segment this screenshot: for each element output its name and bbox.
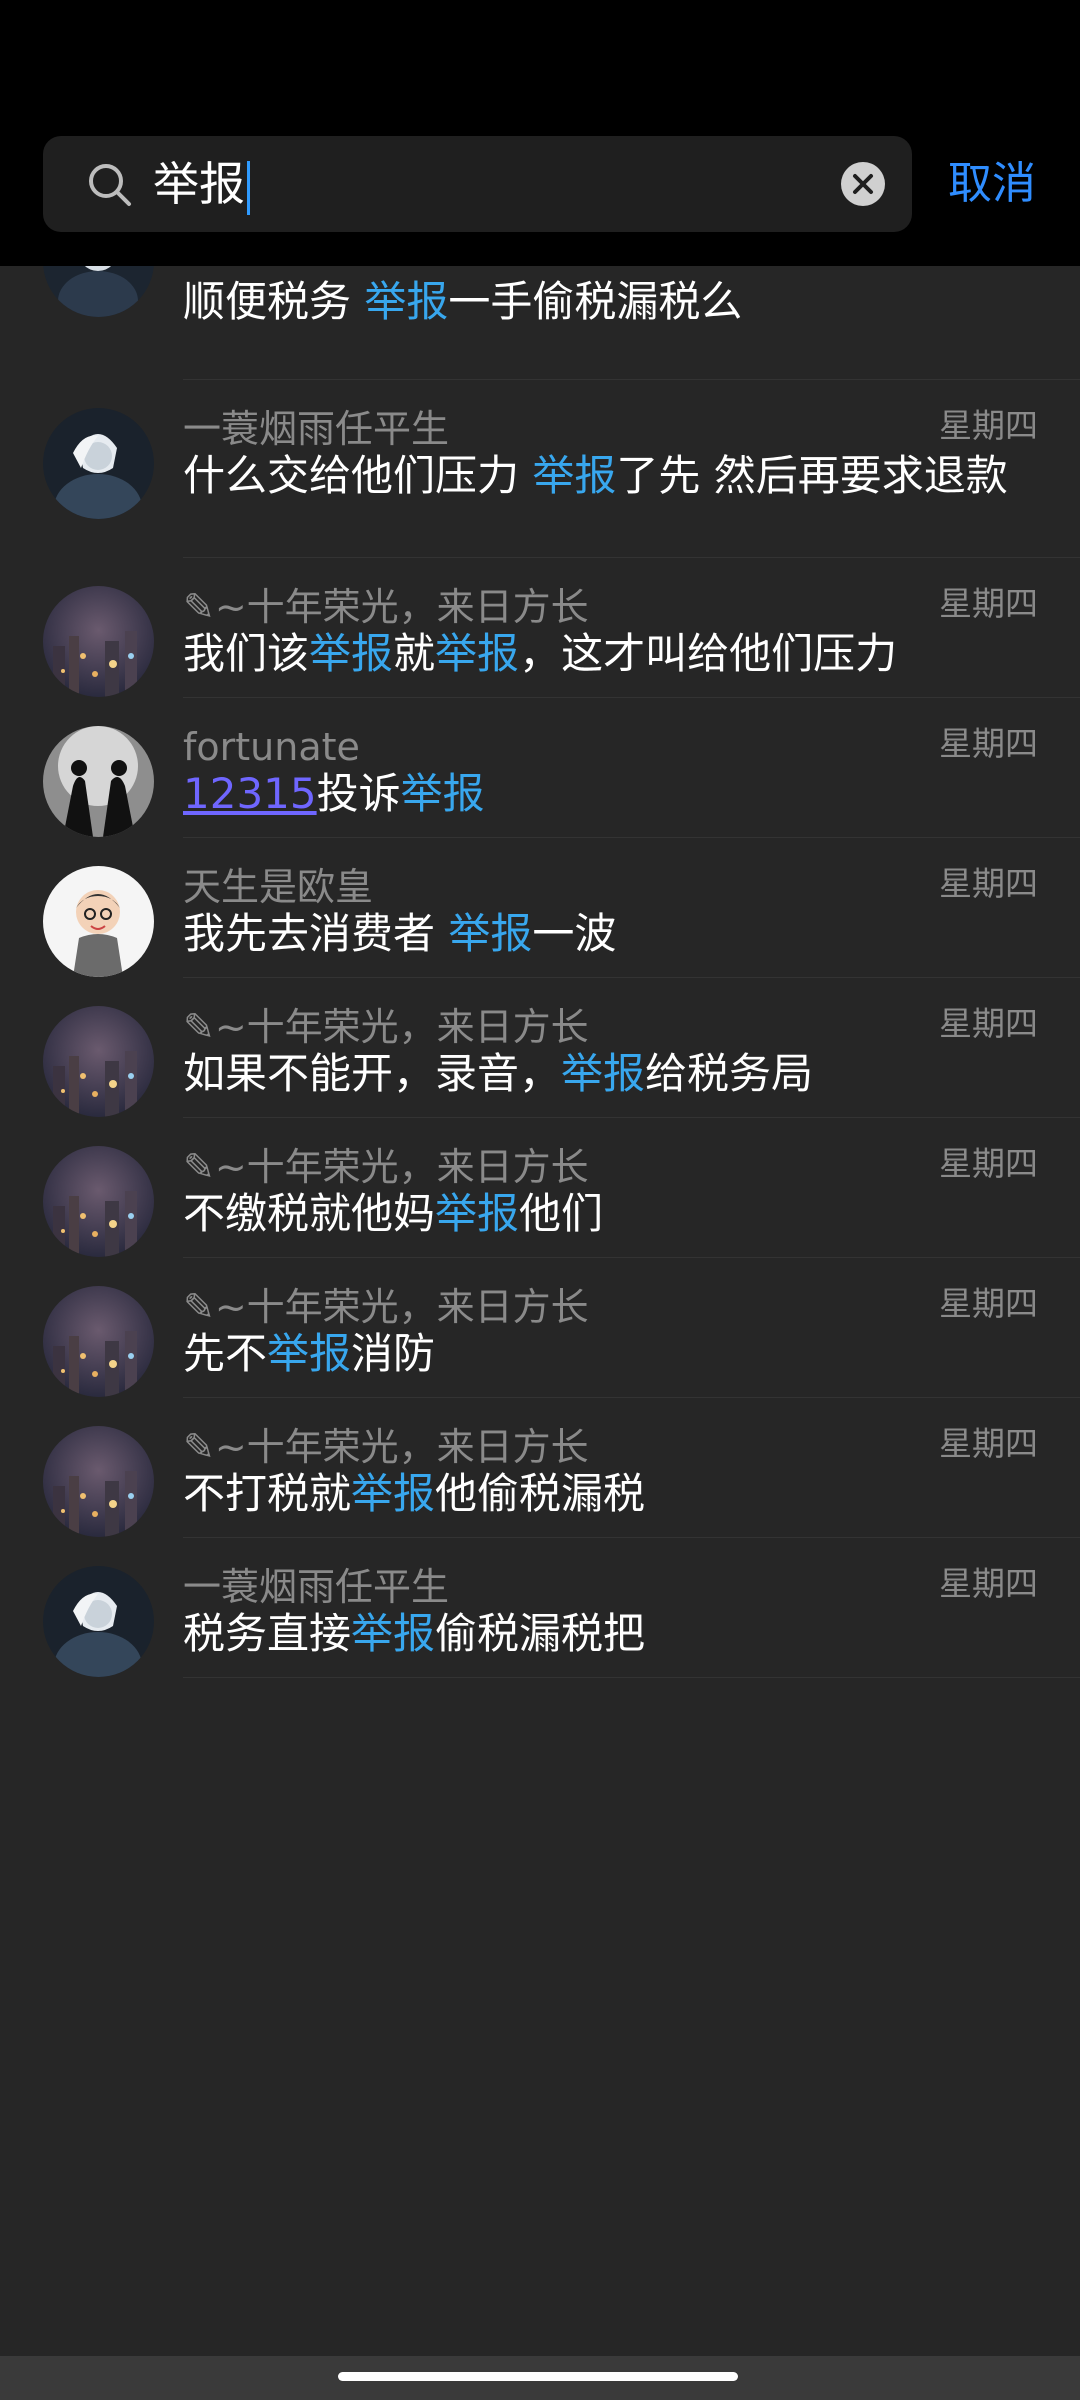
message-date: 星期四 bbox=[939, 724, 1038, 763]
message-highlight: 举报 bbox=[364, 277, 449, 326]
list-item[interactable]: ✎~十年荣光，来日方长 星期四 不打税就举报他偷税漏税 bbox=[0, 1398, 1080, 1538]
message-highlight: 举报 bbox=[267, 1329, 352, 1378]
message-text: 我先去消费者 举报一波 bbox=[183, 906, 1023, 962]
message-text: 如果不能开，录音，举报给税务局 bbox=[183, 1046, 1023, 1102]
message-date: 星期四 bbox=[939, 1424, 1038, 1463]
sender-name: ✎~十年荣光，来日方长 bbox=[183, 1425, 589, 1469]
message-segment: 消防 bbox=[351, 1329, 436, 1378]
message-segment: 一波 bbox=[532, 909, 617, 958]
search-query-wrap: 举报 bbox=[153, 154, 250, 215]
avatar[interactable] bbox=[43, 726, 154, 837]
message-text: 先不举报消防 bbox=[183, 1326, 1023, 1382]
list-item[interactable]: ✎~十年荣光，来日方长 星期四 先不举报消防 bbox=[0, 1258, 1080, 1398]
message-date: 星期四 bbox=[939, 1004, 1038, 1043]
message-date: 星期四 bbox=[939, 1284, 1038, 1323]
message-date: 星期四 bbox=[939, 864, 1038, 903]
sender-name: fortunate bbox=[183, 725, 360, 769]
message-segment: 我们该 bbox=[183, 629, 310, 678]
message-segment: 我先去消费者 bbox=[183, 909, 449, 958]
list-item[interactable]: 天生是欧皇 星期四 我先去消费者 举报一波 bbox=[0, 838, 1080, 978]
message-highlight: 举报 bbox=[448, 909, 533, 958]
message-highlight: 举报 bbox=[435, 629, 520, 678]
message-text: 顺便税务 举报一手偷税漏税么 bbox=[183, 274, 1023, 330]
search-icon bbox=[89, 164, 131, 206]
message-highlight: 举报 bbox=[351, 1609, 436, 1658]
message-text: 什么交给他们压力 举报了先 然后再要求退款 bbox=[183, 448, 1023, 504]
message-segment: 就 bbox=[393, 629, 436, 678]
avatar[interactable] bbox=[43, 1286, 154, 1397]
message-segment: 如果不能开，录音， bbox=[183, 1049, 562, 1098]
search-query: 举报 bbox=[153, 157, 245, 211]
list-item[interactable]: fortunate 星期四 12315投诉举报 bbox=[0, 698, 1080, 838]
sender-name: ✎~十年荣光，来日方长 bbox=[183, 1285, 589, 1329]
message-highlight: 举报 bbox=[309, 629, 394, 678]
message-text: 我们该举报就举报，这才叫给他们压力 bbox=[183, 626, 1023, 682]
avatar[interactable] bbox=[43, 1566, 154, 1677]
avatar[interactable] bbox=[43, 866, 154, 977]
message-segment: 一手偷税漏税么 bbox=[448, 277, 743, 326]
message-segment: 税务直接 bbox=[183, 1609, 352, 1658]
message-date: 星期四 bbox=[939, 1144, 1038, 1183]
search-header: 举报 取消 bbox=[0, 0, 1080, 266]
list-item[interactable]: 一蓑烟雨任平生 星期四 税务直接举报偷税漏税把 bbox=[0, 1538, 1080, 1678]
sender-name: ✎~十年荣光，来日方长 bbox=[183, 585, 589, 629]
message-highlight: 举报 bbox=[532, 451, 617, 500]
home-indicator[interactable] bbox=[338, 2372, 738, 2381]
message-segment: 他偷税漏税 bbox=[435, 1469, 646, 1518]
message-segment: 不缴税就他妈 bbox=[183, 1189, 436, 1238]
list-item[interactable]: ✎~十年荣光，来日方长 星期四 不缴税就他妈举报他们 bbox=[0, 1118, 1080, 1258]
message-segment: 什么交给他们压力 bbox=[183, 451, 533, 500]
sender-name: ✎~十年荣光，来日方长 bbox=[183, 1005, 589, 1049]
divider bbox=[183, 1677, 1080, 1678]
message-segment: 他们 bbox=[519, 1189, 604, 1238]
message-segment: 投诉 bbox=[316, 769, 401, 818]
message-highlight: 举报 bbox=[351, 1469, 436, 1518]
list-item[interactable]: 顺便税务 举报一手偷税漏税么 bbox=[0, 206, 1080, 380]
avatar[interactable] bbox=[43, 408, 154, 519]
message-segment: 给税务局 bbox=[645, 1049, 814, 1098]
message-segment: 先不 bbox=[183, 1329, 268, 1378]
message-highlight: 举报 bbox=[561, 1049, 646, 1098]
message-segment: 了先 然后再要求退款 bbox=[616, 451, 1008, 500]
avatar[interactable] bbox=[43, 1006, 154, 1117]
message-link[interactable]: 12315 bbox=[183, 769, 317, 818]
list-item[interactable]: ✎~十年荣光，来日方长 星期四 我们该举报就举报，这才叫给他们压力 bbox=[0, 558, 1080, 698]
clear-icon[interactable] bbox=[839, 160, 887, 208]
sender-name: 一蓑烟雨任平生 bbox=[183, 1565, 450, 1609]
message-segment: 偷税漏税把 bbox=[435, 1609, 646, 1658]
avatar[interactable] bbox=[43, 1146, 154, 1257]
avatar[interactable] bbox=[43, 586, 154, 697]
message-highlight: 举报 bbox=[400, 769, 485, 818]
message-date: 星期四 bbox=[939, 406, 1038, 445]
sender-name: 天生是欧皇 bbox=[183, 865, 374, 909]
avatar[interactable] bbox=[43, 1426, 154, 1537]
text-caret bbox=[247, 160, 250, 215]
message-date: 星期四 bbox=[939, 584, 1038, 623]
message-text: 不打税就举报他偷税漏税 bbox=[183, 1466, 1023, 1522]
message-segment: 不打税就 bbox=[183, 1469, 352, 1518]
navigation-bar bbox=[0, 2356, 1080, 2400]
message-segment: 顺便税务 bbox=[183, 277, 365, 326]
message-highlight: 举报 bbox=[435, 1189, 520, 1238]
sender-name: ✎~十年荣光，来日方长 bbox=[183, 1145, 589, 1189]
sender-name: 一蓑烟雨任平生 bbox=[183, 407, 450, 451]
search-input[interactable]: 举报 bbox=[43, 136, 912, 232]
list-item[interactable]: ✎~十年荣光，来日方长 星期四 如果不能开，录音，举报给税务局 bbox=[0, 978, 1080, 1118]
cancel-button[interactable]: 取消 bbox=[948, 156, 1036, 212]
message-date: 星期四 bbox=[939, 1564, 1038, 1603]
message-segment: ，这才叫给他们压力 bbox=[519, 629, 898, 678]
list-item[interactable]: 一蓑烟雨任平生 星期四 什么交给他们压力 举报了先 然后再要求退款 bbox=[0, 380, 1080, 558]
message-text: 税务直接举报偷税漏税把 bbox=[183, 1606, 1023, 1662]
message-text: 不缴税就他妈举报他们 bbox=[183, 1186, 1023, 1242]
message-text: 12315投诉举报 bbox=[183, 766, 1023, 822]
